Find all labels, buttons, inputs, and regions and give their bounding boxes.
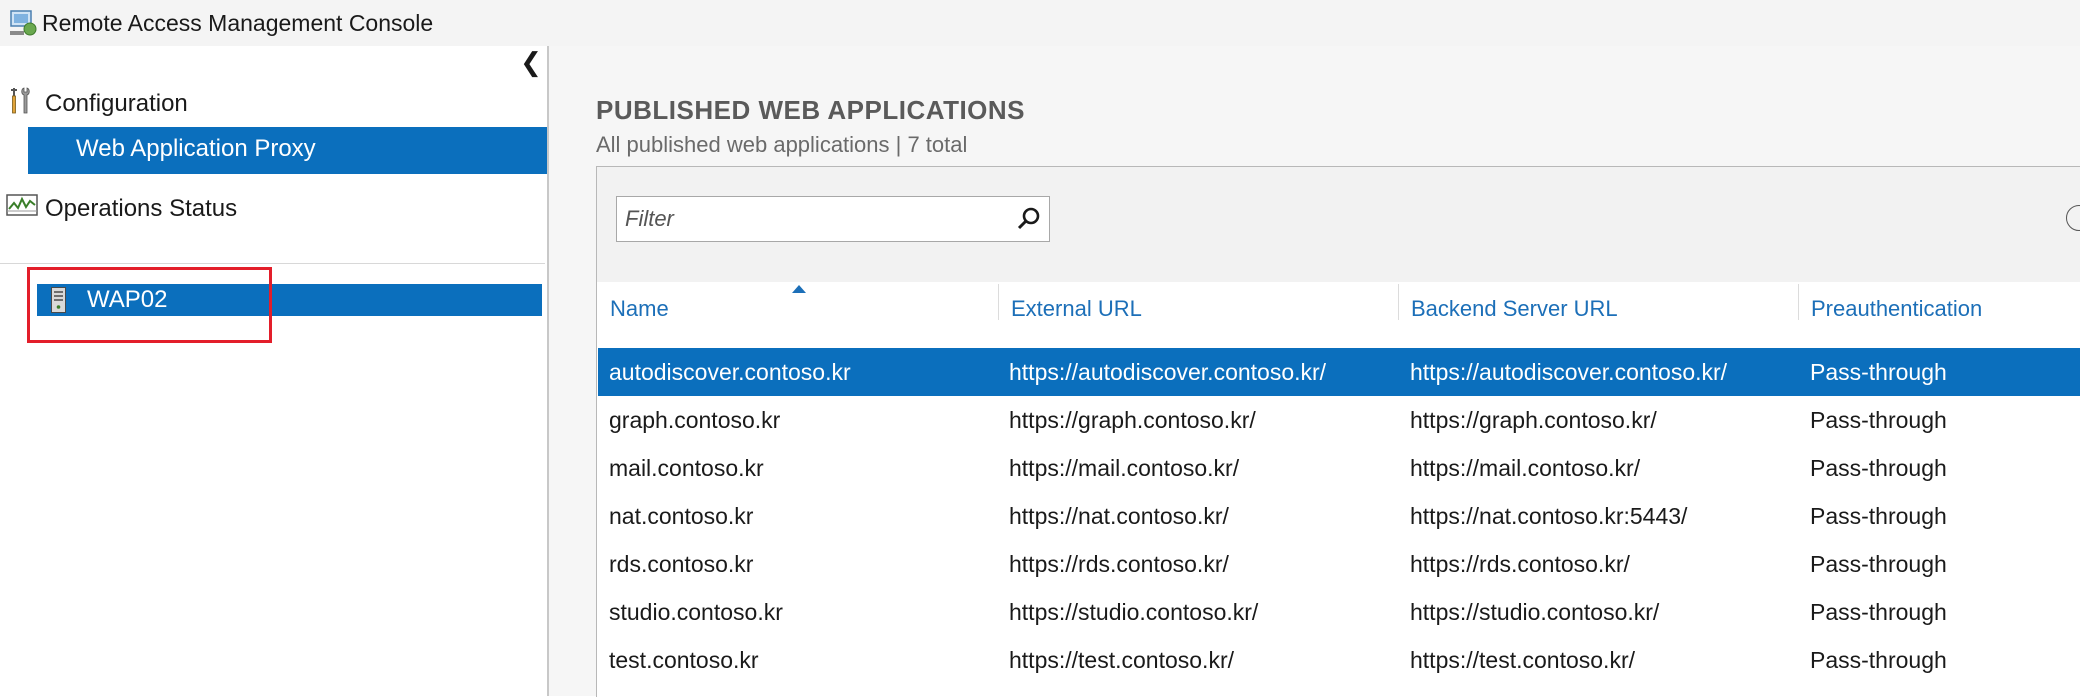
column-header-backend-url[interactable]: Backend Server URL bbox=[1399, 284, 1799, 344]
table-row[interactable]: test.contoso.kr https://test.contoso.kr/… bbox=[598, 636, 2080, 684]
table-row[interactable]: nat.contoso.kr https://nat.contoso.kr/ h… bbox=[598, 492, 2080, 540]
column-header-external-url-label: External URL bbox=[1011, 296, 1142, 321]
cell-external-url: https://studio.contoso.kr/ bbox=[1009, 599, 1259, 625]
console-app-icon bbox=[10, 10, 37, 36]
monitor-chart-icon bbox=[6, 194, 38, 216]
cell-name: nat.contoso.kr bbox=[609, 503, 754, 529]
cell-backend-url: https://graph.contoso.kr/ bbox=[1410, 407, 1657, 433]
column-header-external-url[interactable]: External URL bbox=[999, 284, 1399, 344]
cell-name: rds.contoso.kr bbox=[609, 551, 754, 577]
collapse-pane-button[interactable]: ❮ bbox=[520, 48, 542, 76]
cell-preauthentication: Pass-through bbox=[1810, 503, 1947, 529]
table-row[interactable]: mail.contoso.kr https://mail.contoso.kr/… bbox=[598, 444, 2080, 492]
cell-backend-url: https://studio.contoso.kr/ bbox=[1410, 599, 1660, 625]
cell-preauthentication: Pass-through bbox=[1810, 647, 1947, 673]
nav-web-application-proxy-label: Web Application Proxy bbox=[76, 135, 316, 162]
cell-preauthentication: Pass-through bbox=[1810, 455, 1947, 481]
search-icon[interactable] bbox=[1015, 205, 1043, 233]
cell-external-url: https://mail.contoso.kr/ bbox=[1009, 455, 1240, 481]
cell-backend-url: https://rds.contoso.kr/ bbox=[1410, 551, 1630, 577]
nav-configuration[interactable]: Configuration bbox=[45, 90, 188, 118]
title-bar: Remote Access Management Console bbox=[0, 0, 2080, 46]
column-header-backend-url-label: Backend Server URL bbox=[1411, 296, 1618, 321]
table-row[interactable]: rds.contoso.kr https://rds.contoso.kr/ h… bbox=[598, 540, 2080, 588]
tools-icon bbox=[11, 87, 30, 114]
cell-name: studio.contoso.kr bbox=[609, 599, 783, 625]
cell-name: mail.contoso.kr bbox=[609, 455, 764, 481]
cell-name: graph.contoso.kr bbox=[609, 407, 781, 433]
cell-external-url: https://graph.contoso.kr/ bbox=[1009, 407, 1256, 433]
cell-preauthentication: Pass-through bbox=[1810, 407, 1947, 433]
cell-external-url: https://autodiscover.contoso.kr/ bbox=[1009, 359, 1327, 385]
cell-preauthentication: Pass-through bbox=[1810, 551, 1947, 577]
cell-backend-url: https://autodiscover.contoso.kr/ bbox=[1410, 359, 1728, 385]
window-title: Remote Access Management Console bbox=[42, 10, 434, 36]
sort-ascending-icon bbox=[792, 285, 806, 293]
cell-name: autodiscover.contoso.kr bbox=[609, 359, 851, 385]
cell-external-url: https://rds.contoso.kr/ bbox=[1009, 551, 1229, 577]
filter-input[interactable] bbox=[625, 205, 1005, 233]
column-header-name-label: Name bbox=[610, 296, 669, 321]
page-title: PUBLISHED WEB APPLICATIONS bbox=[596, 95, 1026, 125]
cell-preauthentication: Pass-through bbox=[1810, 599, 1947, 625]
column-header-preauthentication[interactable]: Preauthentication bbox=[1799, 284, 2080, 344]
nav-divider bbox=[0, 263, 545, 264]
table-row[interactable]: studio.contoso.kr https://studio.contoso… bbox=[598, 588, 2080, 636]
cell-backend-url: https://mail.contoso.kr/ bbox=[1410, 455, 1641, 481]
nav-web-application-proxy[interactable]: Web Application Proxy bbox=[28, 127, 547, 174]
filter-box[interactable] bbox=[616, 196, 1050, 242]
column-header-preauthentication-label: Preauthentication bbox=[1811, 296, 1983, 321]
cell-preauthentication: Pass-through bbox=[1810, 359, 1947, 385]
table-row[interactable]: graph.contoso.kr https://graph.contoso.k… bbox=[598, 396, 2080, 444]
table-row[interactable]: autodiscover.contoso.kr https://autodisc… bbox=[598, 348, 2080, 396]
highlight-annotation-box bbox=[27, 267, 272, 343]
cell-external-url: https://nat.contoso.kr/ bbox=[1009, 503, 1229, 529]
cell-external-url: https://test.contoso.kr/ bbox=[1009, 647, 1234, 673]
page-subtitle: All published web applications | 7 total bbox=[596, 132, 968, 157]
cell-backend-url: https://test.contoso.kr/ bbox=[1410, 647, 1635, 673]
nav-operations-status[interactable]: Operations Status bbox=[45, 195, 237, 223]
column-header-name[interactable]: Name bbox=[598, 284, 998, 344]
cell-name: test.contoso.kr bbox=[609, 647, 759, 673]
cell-backend-url: https://nat.contoso.kr:5443/ bbox=[1410, 503, 1688, 529]
